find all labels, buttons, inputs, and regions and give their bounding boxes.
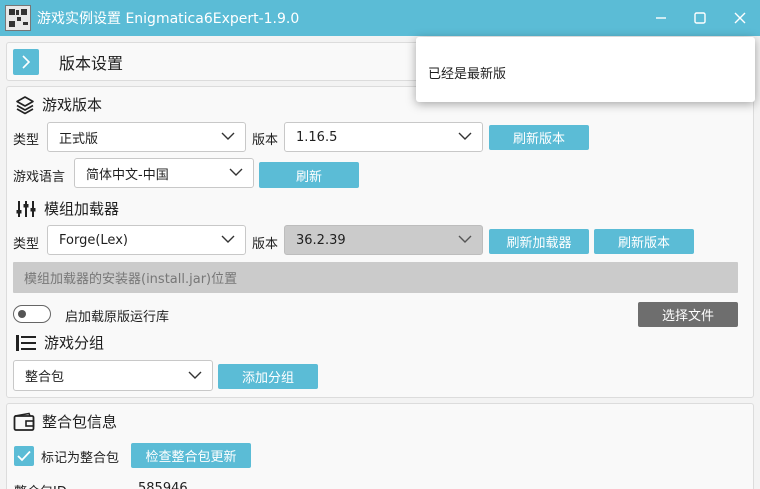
chevron-down-icon <box>221 235 235 243</box>
mod-loader-title: 模组加载器 <box>44 200 120 218</box>
game-group-value: 整合包 <box>25 370 65 385</box>
refresh-version-button[interactable]: 刷新版本 <box>489 125 589 150</box>
game-version-select[interactable]: 1.16.5 <box>284 122 483 152</box>
settings-panel: 游戏版本 类型 正式版 版本 1.16.5 刷新版本 游戏语言 简体中文-中国 … <box>6 86 754 398</box>
loader-version-value: 36.2.39 <box>296 232 346 248</box>
vanilla-libs-toggle[interactable] <box>13 305 51 323</box>
loader-type-select[interactable]: Forge(Lex) <box>47 225 246 255</box>
add-group-button[interactable]: 添加分组 <box>218 364 318 389</box>
maximize-icon <box>694 12 706 24</box>
close-icon <box>734 12 746 24</box>
game-version-section: 游戏版本 <box>15 94 102 115</box>
layers-icon <box>16 95 34 114</box>
game-language-select[interactable]: 简体中文-中国 <box>74 158 254 188</box>
game-language-value: 简体中文-中国 <box>86 167 169 183</box>
refresh-loader-version-button[interactable]: 刷新版本 <box>594 229 694 254</box>
chevron-down-icon <box>458 132 472 140</box>
sliders-icon <box>16 200 36 217</box>
loader-type-label: 类型 <box>13 237 40 252</box>
vanilla-libs-label: 启加载原版运行库 <box>65 310 170 325</box>
minimize-icon <box>656 17 666 19</box>
window-title: 游戏实例设置 Enigmatica6Expert-1.9.0 <box>37 11 300 27</box>
maximize-button[interactable] <box>680 0 720 36</box>
game-type-value: 正式版 <box>59 131 99 147</box>
chevron-down-icon <box>229 168 243 176</box>
chevron-down-icon <box>221 132 235 140</box>
close-button[interactable] <box>720 0 760 36</box>
game-version-title: 游戏版本 <box>42 96 103 114</box>
type-label: 类型 <box>13 133 40 148</box>
modpack-id-value: 585946 <box>138 481 188 489</box>
app-icon <box>5 5 31 31</box>
mark-as-modpack-checkbox[interactable] <box>14 446 34 466</box>
mod-loader-section: 模组加载器 <box>15 198 119 219</box>
minimize-button[interactable] <box>641 0 681 36</box>
refresh-language-button[interactable]: 刷新 <box>259 162 359 188</box>
title-bar: 游戏实例设置 Enigmatica6Expert-1.9.0 <box>0 0 760 36</box>
version-label: 版本 <box>252 133 279 148</box>
chevron-down-icon <box>188 371 202 379</box>
game-type-select[interactable]: 正式版 <box>47 122 246 152</box>
modpack-info-title: 整合包信息 <box>42 413 118 431</box>
installer-path-input[interactable]: 模组加载器的安装器(install.jar)位置 <box>13 262 738 293</box>
modpack-id-label: 整合包ID <box>14 481 67 489</box>
mark-as-modpack-label: 标记为整合包 <box>41 451 120 466</box>
check-modpack-update-button[interactable]: 检查整合包更新 <box>131 443 251 468</box>
wallet-icon <box>13 412 35 431</box>
game-language-label: 游戏语言 <box>13 170 66 185</box>
page-title: 版本设置 <box>59 53 124 73</box>
checkmark-icon <box>17 450 31 462</box>
modpack-info-panel: 整合包信息 标记为整合包 检查整合包更新 整合包ID 585946 <box>6 403 754 489</box>
refresh-loader-button[interactable]: 刷新加载器 <box>489 229 589 254</box>
modpack-info-section: 整合包信息 <box>13 411 117 432</box>
toggle-knob <box>18 309 26 318</box>
list-icon <box>16 334 36 351</box>
game-group-section: 游戏分组 <box>15 332 104 353</box>
toast-message: 已经是最新版 <box>428 67 507 82</box>
chevron-right-icon <box>22 54 31 69</box>
loader-version-label: 版本 <box>252 237 279 252</box>
game-group-select[interactable]: 整合包 <box>13 360 213 391</box>
game-version-value: 1.16.5 <box>296 129 338 145</box>
choose-file-button[interactable]: 选择文件 <box>638 302 738 327</box>
chevron-down-icon <box>458 235 472 243</box>
game-group-title: 游戏分组 <box>44 334 105 352</box>
loader-version-select[interactable]: 36.2.39 <box>284 225 483 255</box>
loader-type-value: Forge(Lex) <box>59 232 128 248</box>
toast-notification: 已经是最新版 <box>416 37 755 102</box>
expand-button[interactable] <box>13 48 39 75</box>
